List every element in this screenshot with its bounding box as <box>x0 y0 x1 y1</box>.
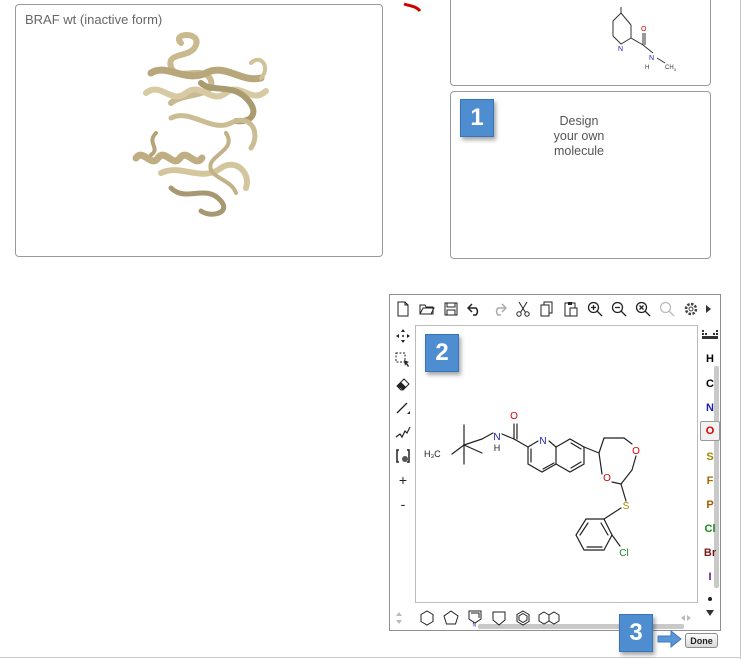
eraser-icon[interactable] <box>393 374 413 394</box>
element-f-button[interactable]: F <box>700 471 720 491</box>
editor-left-toolbar: + - <box>390 323 414 603</box>
paste-icon[interactable] <box>561 299 581 319</box>
svg-text:N: N <box>473 623 477 628</box>
atom-cl: Cl <box>619 548 628 559</box>
done-button[interactable]: Done <box>685 633 718 648</box>
step-3-badge: 3 <box>619 614 653 652</box>
ligand-structure-image: N O N H CH3 <box>612 7 677 72</box>
element-i-button[interactable]: I <box>700 567 720 587</box>
bracket-icon[interactable] <box>393 446 413 466</box>
settings-icon[interactable] <box>681 299 701 319</box>
page-border-right <box>740 0 741 659</box>
cyclopentane-icon[interactable] <box>441 608 461 628</box>
cyclopentane-open-icon[interactable] <box>489 608 509 628</box>
arrow-right-icon <box>657 630 682 648</box>
element-br-button[interactable]: Br <box>700 543 720 563</box>
naphthalene-icon[interactable] <box>537 608 561 628</box>
ligand-atom-o: O <box>641 26 647 33</box>
ligand-preview-panel: N O N H CH3 <box>450 0 711 86</box>
charge-minus-icon[interactable]: - <box>393 494 413 514</box>
open-folder-icon[interactable] <box>417 299 437 319</box>
scroll-vertical-icon[interactable] <box>392 608 406 628</box>
pyrrole-icon[interactable]: N <box>465 608 485 628</box>
ligand-atom-ch3: CH3 <box>665 65 677 72</box>
atom-h3c: H₃C <box>424 449 441 459</box>
undo-icon[interactable] <box>465 299 485 319</box>
ligand-atom-h: H <box>645 65 649 71</box>
protein-structure-panel: BRAF wt (inactive form) <box>15 4 383 257</box>
scroll-horizontal-icon[interactable] <box>678 608 694 628</box>
editor-bottom-toolbar: N <box>390 605 720 630</box>
benzene-icon[interactable] <box>513 608 533 628</box>
atom-n-amide: N <box>493 432 500 443</box>
cut-icon[interactable] <box>513 299 533 319</box>
ligand-atom-n-ring: N <box>618 46 623 53</box>
editor-element-toolbar: H C N O S F P Cl Br I <box>700 323 722 616</box>
element-s-button[interactable]: S <box>700 447 720 467</box>
element-p-button[interactable]: P <box>700 495 720 515</box>
search-icon[interactable] <box>657 299 677 319</box>
atom-s: S <box>623 501 630 512</box>
element-o-button[interactable]: O <box>700 421 720 441</box>
zoom-out-icon[interactable] <box>609 299 629 319</box>
red-arrow-icon <box>403 2 422 13</box>
periodic-table-icon[interactable] <box>700 325 720 345</box>
ligand-atom-nh: N <box>649 55 654 62</box>
element-c-button[interactable]: C <box>700 374 720 394</box>
element-cl-button[interactable]: Cl <box>700 519 720 539</box>
atom-o-amide: O <box>510 411 518 422</box>
save-icon[interactable] <box>441 299 461 319</box>
atom-o-ring-top: O <box>632 446 640 457</box>
chain-icon[interactable] <box>393 422 413 442</box>
protein-ribbon-image <box>132 32 269 217</box>
copy-icon[interactable] <box>537 299 557 319</box>
atom-o-ring-left: O <box>603 473 611 484</box>
select-icon[interactable] <box>393 350 413 370</box>
zoom-reset-icon[interactable] <box>633 299 653 319</box>
atom-h-amide: H <box>494 443 501 453</box>
atom-n-quinoline: N <box>539 436 546 447</box>
move-icon[interactable] <box>393 326 413 346</box>
cyclohexane-icon[interactable] <box>417 608 437 628</box>
new-document-icon[interactable] <box>393 299 413 319</box>
redo-icon[interactable] <box>489 299 509 319</box>
page-border-bottom <box>0 657 741 658</box>
zoom-in-icon[interactable] <box>585 299 605 319</box>
scroll-right-icon[interactable] <box>701 299 715 319</box>
element-n-button[interactable]: N <box>700 398 720 418</box>
element-h-button[interactable]: H <box>700 349 720 369</box>
editor-top-toolbar <box>390 295 720 323</box>
step-2-badge: 2 <box>425 334 459 372</box>
charge-plus-icon[interactable]: + <box>393 470 413 490</box>
bond-icon[interactable] <box>393 398 413 418</box>
design-molecule-text: Design your own molecule <box>553 114 605 158</box>
step-1-badge: 1 <box>460 99 494 137</box>
